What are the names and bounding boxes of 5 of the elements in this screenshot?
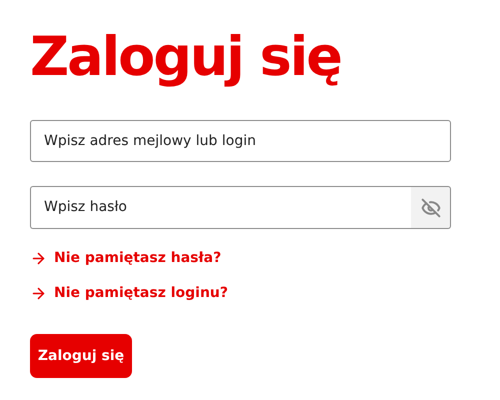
login-field[interactable]: Wpisz adres mejlowy lub login [30, 120, 451, 162]
link[interactable]: Nie pamiętasz hasła? [30, 249, 222, 267]
link[interactable]: Nie pamiętasz loginu? [30, 284, 228, 302]
page-title: Zaloguj się [30, 24, 341, 90]
login-button[interactable]: Zaloguj się [30, 334, 132, 378]
